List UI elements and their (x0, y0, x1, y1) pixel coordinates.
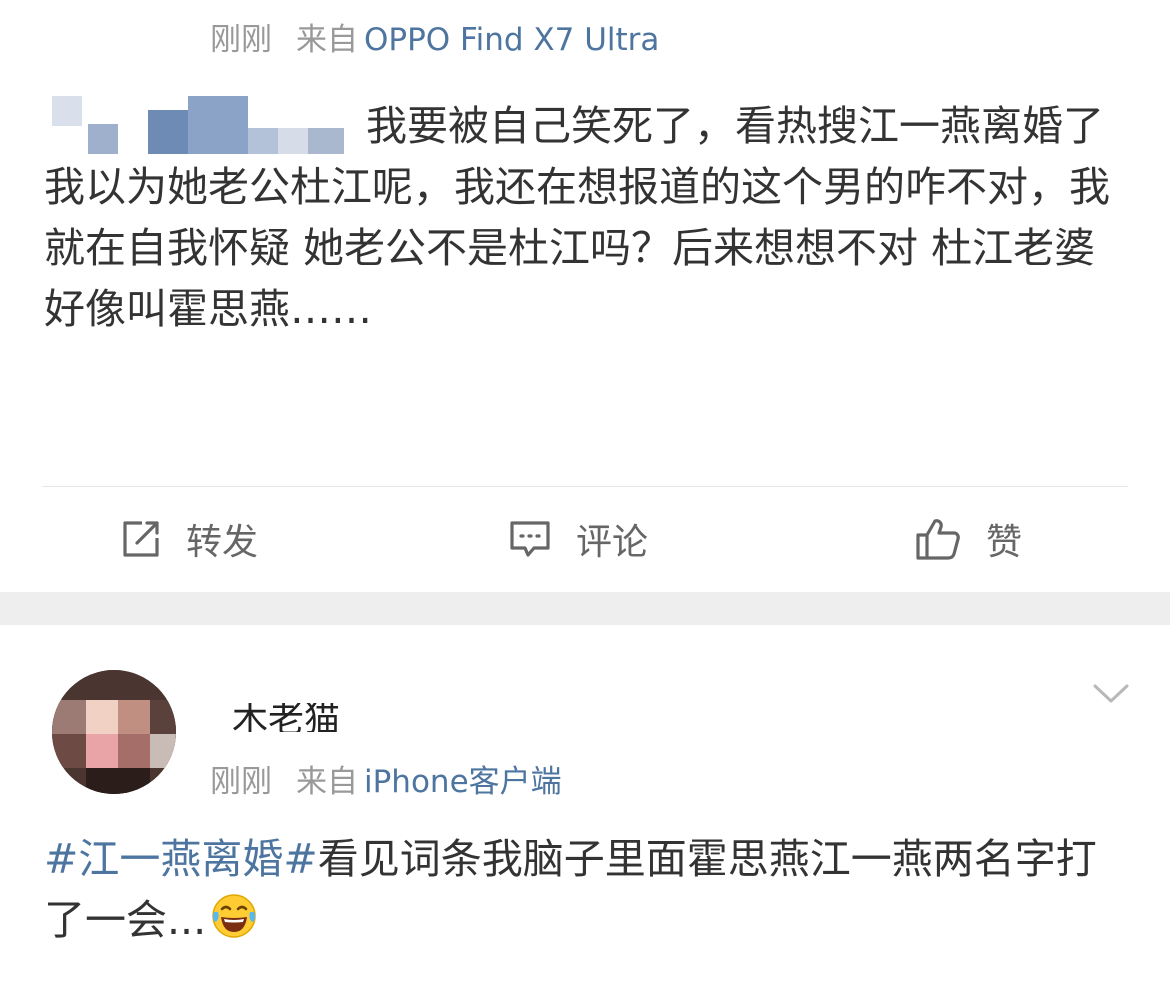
post-time: 刚刚 (210, 764, 272, 800)
post-meta: 刚刚 来自 OPPO Find X7 Ultra (210, 14, 659, 59)
weibo-post-1: 刚刚 来自 OPPO Find X7 Ultra 我要被自己笑死了，看热搜江一燕离婚… (0, 0, 1170, 592)
hashtag-link[interactable]: #江一燕离婚# (44, 835, 318, 883)
post-from-label: 来自 (296, 22, 358, 58)
comment-label: 评论 (576, 522, 649, 563)
post-body-text: #江一燕离婚#看见词条我脑子里面霍思燕江一燕两名字打了一会... (44, 829, 1124, 951)
user-nickname[interactable]: 木老猫 (232, 690, 341, 732)
repost-button[interactable]: 转发 (120, 512, 258, 566)
divider (42, 486, 1128, 487)
comment-icon (510, 521, 550, 557)
feed-separator (0, 592, 1170, 625)
nickname-clip (232, 690, 341, 703)
post-body-text: 我要被自己笑死了，看热搜江一燕离婚了我以为她老公杜江呢，我还在想报道的这个男的咋… (44, 102, 1110, 333)
repost-icon (123, 521, 159, 557)
like-label: 赞 (986, 522, 1023, 563)
post-meta: 刚刚 来自 iPhone客户端 (210, 756, 562, 801)
post-from-label: 来自 (296, 764, 358, 800)
laughing-tears-emoji-icon (212, 894, 256, 938)
post-time: 刚刚 (210, 22, 272, 58)
user-avatar-pixelated[interactable] (52, 670, 176, 794)
comment-button[interactable]: 评论 (508, 512, 648, 566)
chevron-down-icon[interactable] (1092, 682, 1130, 706)
nickname-text: 木老猫 (232, 699, 341, 732)
like-button[interactable]: 赞 (914, 512, 1022, 566)
post-source-link[interactable]: iPhone客户端 (364, 764, 562, 800)
thumbs-up-icon (916, 519, 960, 560)
repost-label: 转发 (186, 522, 259, 563)
post-source-link[interactable]: OPPO Find X7 Ultra (364, 22, 659, 58)
